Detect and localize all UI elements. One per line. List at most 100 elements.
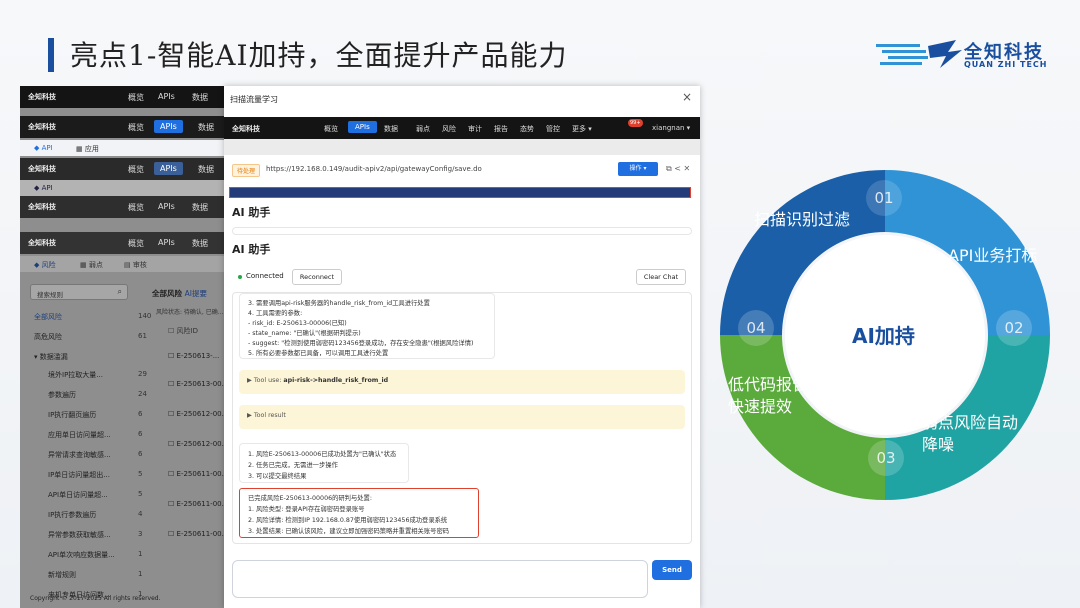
filter-hint: 风险状态: 待确认, 已确... [156, 309, 224, 316]
risk-row[interactable]: ☐ E-250612-00... [168, 410, 225, 418]
message-line: - state_name: "已确认"(根据研判提示) [248, 330, 361, 337]
modal-nav-item[interactable]: APIs [348, 121, 377, 133]
tool-result-block[interactable]: ▶ Tool result [239, 405, 685, 429]
app-logo: 全知科技 [28, 165, 56, 173]
ai-capability-diagram: 01 扫描识别过滤 02 API业务打标 03 弱点风险自动 降噪 04 低代码… [700, 150, 1070, 520]
message-line: 5. 所有必要参数都已具备，可以调用工具进行处置 [248, 350, 389, 357]
subtab-risk[interactable]: ◆ 风险 [34, 260, 56, 270]
sidebar-item[interactable]: 异常参数获取敏感... [48, 530, 111, 540]
chat-log[interactable]: 3. 需要调用api-risk服务器的handle_risk_from_id工具… [232, 292, 692, 544]
message-line: 3. 可以提交最终结果 [248, 473, 307, 480]
sidebar-count: 1 [138, 550, 143, 558]
brand-name-en: QUAN ZHI TECH [964, 60, 1048, 69]
modal-nav-item[interactable]: 态势 [520, 124, 534, 134]
message-line: 3. 需要调用api-risk服务器的handle_risk_from_id工具… [248, 300, 430, 307]
sidebar-item[interactable]: API单次响应数据量... [48, 550, 115, 560]
close-icon[interactable]: × [682, 90, 692, 104]
risk-row[interactable]: ☐ E-250613-... [168, 352, 219, 360]
ai-assistant-title: AI 助手 [232, 206, 271, 219]
sidebar-item[interactable]: 应用单日访问量超... [48, 430, 111, 440]
ai-panel-collapsed [232, 227, 692, 235]
modal-title: 扫描流量学习 [230, 95, 278, 104]
subtab-audit[interactable]: ▤ 审核 [124, 260, 147, 270]
subtab-weakness[interactable]: ▦ 弱点 [80, 260, 103, 270]
risk-row[interactable]: ☐ E-250611-00... [168, 470, 225, 478]
section-title: 全部风险 AI提要 [152, 289, 207, 298]
nav-data[interactable]: 数据 [192, 202, 208, 213]
ai-assistant-title: AI 助手 [232, 243, 271, 256]
message-line: 3. 处置结果: 已确认该风险，建议立即加强密码策略并重置相关账号密码 [248, 528, 450, 535]
modal-nav-item[interactable]: 弱点 [416, 124, 430, 134]
nav-apis[interactable]: APIs [158, 92, 175, 101]
modal-nav-item[interactable]: 审计 [468, 124, 482, 134]
modal-nav-item[interactable]: 更多 ▾ [572, 124, 592, 134]
nav-apis[interactable]: APIs [154, 120, 183, 133]
app-logo: 全知科技 [28, 239, 56, 247]
sidebar-item[interactable]: IP执行翻页遍历 [48, 410, 96, 420]
segment-number: 03 [868, 440, 904, 476]
sidebar-item[interactable]: IP执行参数遍历 [48, 510, 96, 520]
sidebar-item[interactable]: IP单日访问量超出... [48, 470, 110, 480]
sidebar-item[interactable]: 异常请求查询敏感... [48, 450, 111, 460]
sidebar-item[interactable]: 境外IP拉取大量... [48, 370, 103, 380]
sidebar-count: 24 [138, 390, 147, 398]
sidebar-item[interactable]: 参数遍历 [48, 390, 76, 400]
modal-nav-item[interactable]: 风险 [442, 124, 456, 134]
title-accent-bar [48, 38, 54, 72]
segment-label: API业务打标 [948, 246, 1038, 265]
nav-data[interactable]: 数据 [192, 92, 208, 103]
app-logo: 全知科技 [28, 93, 56, 101]
risk-row[interactable]: ☐ E-250611-00... [168, 530, 225, 538]
action-dropdown-button[interactable]: 操作 ▾ [618, 162, 658, 176]
reconnect-button[interactable]: Reconnect [292, 269, 342, 285]
nav-apis[interactable]: APIs [154, 162, 183, 175]
modal-nav-item[interactable]: 报告 [494, 124, 508, 134]
risk-search-input[interactable]: 搜索规则 ⌕ [30, 284, 128, 300]
connection-status: Connected [246, 272, 284, 280]
center-label: AI加持 [852, 324, 915, 348]
modal-subnav [224, 139, 700, 155]
sidebar-count: 6 [138, 450, 143, 458]
nav-overview[interactable]: 概览 [128, 122, 144, 133]
modal-nav-item[interactable]: 数据 [384, 124, 398, 134]
modal-nav-item[interactable]: 概览 [324, 124, 338, 134]
nav-overview[interactable]: 概览 [128, 92, 144, 103]
subtab-api[interactable]: ◆ API [34, 144, 53, 152]
sidebar-item[interactable]: 新增规则 [48, 570, 76, 580]
risk-row[interactable]: ☐ E-250613-00... [168, 380, 225, 388]
segment-number: 01 [866, 180, 902, 216]
message-line: 1. 风险类型: 登录API存在弱密码登录账号 [248, 506, 365, 513]
request-toolbar-icons[interactable]: ⧉ < ✕ [666, 164, 690, 174]
nav-apis[interactable]: APIs [158, 202, 175, 211]
segment-number: 04 [738, 310, 774, 346]
sidebar-count: 29 [138, 370, 147, 378]
clear-chat-button[interactable]: Clear Chat [636, 269, 686, 285]
send-button[interactable]: Send [652, 560, 692, 580]
modal-nav-item[interactable]: 管控 [546, 124, 560, 134]
risk-row[interactable]: ☐ E-250611-00... [168, 500, 225, 508]
slide-title: 亮点1-智能AI加持，全面提升产品能力 [70, 39, 568, 72]
sidebar-item[interactable]: API单日访问量超... [48, 490, 108, 500]
nav-overview[interactable]: 概览 [128, 238, 144, 249]
nav-overview[interactable]: 概览 [128, 164, 144, 175]
subtab-app[interactable]: ▦ 应用 [76, 144, 99, 154]
risk-row[interactable]: ☐ E-250612-00... [168, 440, 225, 448]
sidebar-item-high-risk[interactable]: 高危风险 [34, 332, 62, 342]
message-line: - suggest: "检测到使用弱密码123456登录成功，存在安全隐患"(根… [248, 340, 474, 347]
segment-label: 扫描识别过滤 [754, 210, 851, 229]
subtab-api[interactable]: ◆ API [34, 184, 53, 192]
nav-data[interactable]: 数据 [198, 122, 214, 133]
tool-use-block[interactable]: ▶ Tool use: api-risk->handle_risk_from_i… [239, 370, 685, 394]
sidebar-item-all-risk[interactable]: 全部风险 [34, 312, 62, 322]
background-nav-1: 全知科技 概览 APIs 数据 [20, 86, 225, 108]
segment-label: 弱点风险自动 降噪 [922, 413, 1019, 454]
sidebar-group-leak[interactable]: ▾ 数据滥漏 [34, 352, 68, 362]
nav-overview[interactable]: 概览 [128, 202, 144, 213]
nav-data[interactable]: 数据 [198, 164, 214, 175]
assistant-message: 3. 需要调用api-risk服务器的handle_risk_from_id工具… [239, 293, 495, 359]
nav-apis[interactable]: APIs [158, 238, 175, 247]
user-menu[interactable]: xiangnan ▾ [652, 124, 690, 132]
background-app-stack: 全知科技 概览 APIs 数据 全知科技 概览 APIs 数据 ◆ API ▦ … [20, 86, 225, 608]
chat-input[interactable] [232, 560, 648, 598]
nav-data[interactable]: 数据 [192, 238, 208, 249]
